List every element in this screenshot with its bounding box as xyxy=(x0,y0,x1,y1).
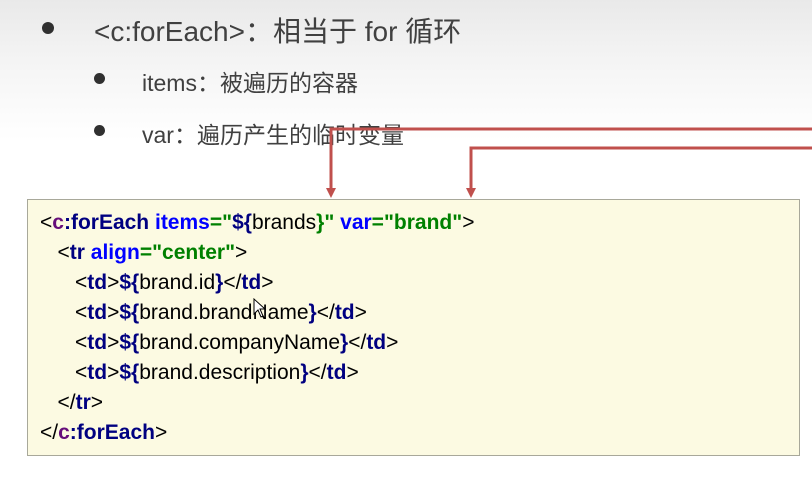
code-token: </ xyxy=(57,391,76,414)
code-token: > xyxy=(107,361,120,384)
code-line-2: <tr align="center"> xyxy=(40,238,248,268)
code-token: td xyxy=(326,361,347,384)
code-token: items xyxy=(154,211,210,234)
code-token: td xyxy=(87,331,108,354)
code-token: : xyxy=(69,421,77,444)
code-line-1: <c:forEach items="${brands}" var="brand"… xyxy=(40,208,474,238)
code-line-5: <td>${brand.companyName}</td> xyxy=(40,328,398,358)
code-token: : xyxy=(63,211,71,234)
code-token: } xyxy=(308,301,317,324)
code-token: tr xyxy=(69,241,85,264)
bullet-text: <c:forEach>：相当于 for 循环 xyxy=(94,16,462,47)
code-token: } xyxy=(340,331,349,354)
code-token: "brand" xyxy=(383,211,463,234)
code-line-3: <td>${brand.id}</td> xyxy=(40,268,274,298)
code-token: ${ xyxy=(119,361,140,384)
code-token: > xyxy=(462,211,475,234)
code-token: td xyxy=(87,361,108,384)
bullet-text: var：遍历产生的临时变量 xyxy=(142,122,404,148)
code-token: < xyxy=(75,271,88,294)
code-token: td xyxy=(334,301,355,324)
code-token: </ xyxy=(316,301,335,324)
code-token: < xyxy=(75,331,88,354)
code-token: </ xyxy=(348,331,367,354)
code-token: ${ xyxy=(119,271,140,294)
code-token: td xyxy=(87,271,108,294)
code-token: > xyxy=(107,301,120,324)
code-token: > xyxy=(235,241,248,264)
code-token: > xyxy=(154,421,168,444)
code-token: > xyxy=(107,331,120,354)
code-token: > xyxy=(107,271,120,294)
code-token: forEach xyxy=(70,211,150,234)
bullet-dot xyxy=(94,125,105,136)
code-token: = xyxy=(139,241,153,264)
code-token: }" xyxy=(316,211,335,234)
code-token: brand.brandName xyxy=(139,301,309,324)
code-token: var xyxy=(340,211,372,234)
code-line-7: </tr> xyxy=(40,388,104,418)
code-token: c xyxy=(58,421,70,444)
code-token: </ xyxy=(40,421,59,444)
code-token: ${ xyxy=(232,211,252,234)
code-line-4: <td>${brand.brandName}</td> xyxy=(40,298,367,328)
code-token: > xyxy=(261,271,274,294)
code-token: </ xyxy=(308,361,327,384)
code-token: ${ xyxy=(119,301,140,324)
code-token: brand.description xyxy=(139,361,301,384)
code-token: brand.companyName xyxy=(139,331,341,354)
code-token: < xyxy=(40,211,53,234)
code-token: < xyxy=(75,361,88,384)
code-block: <c:forEach items="${brands}" var="brand"… xyxy=(27,199,800,456)
code-token: "center" xyxy=(152,241,236,264)
code-token: c xyxy=(52,211,64,234)
code-token: ${ xyxy=(119,331,140,354)
code-token: td xyxy=(366,331,387,354)
bullet-dot xyxy=(42,22,54,34)
bullet-dot xyxy=(94,73,105,84)
code-line-8: </c:forEach> xyxy=(40,418,167,448)
bullet-text: items：被遍历的容器 xyxy=(142,70,358,96)
code-token: > xyxy=(346,361,359,384)
code-token: > xyxy=(386,331,399,354)
code-token: align xyxy=(90,241,140,264)
code-token: brand.id xyxy=(139,271,216,294)
code-token: </ xyxy=(223,271,242,294)
code-token: > xyxy=(90,391,104,414)
code-token: td xyxy=(241,271,262,294)
code-token: } xyxy=(300,361,309,384)
code-token: < xyxy=(57,241,70,264)
code-token: =" xyxy=(209,211,233,234)
arrow-var xyxy=(466,146,812,198)
code-line-6: <td>${brand.description}</td> xyxy=(40,358,359,388)
code-token: > xyxy=(354,301,367,324)
code-token: td xyxy=(87,301,108,324)
code-token: forEach xyxy=(76,421,155,444)
code-token: = xyxy=(371,211,384,234)
code-token: tr xyxy=(75,391,91,414)
code-token: brands xyxy=(251,211,317,234)
code-token: < xyxy=(75,301,88,324)
mouse-cursor-icon xyxy=(253,298,267,318)
